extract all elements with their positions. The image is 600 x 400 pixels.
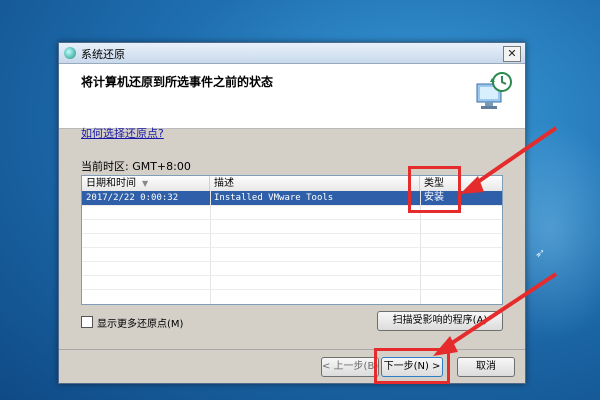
row-divider xyxy=(82,219,502,220)
close-button[interactable]: ✕ xyxy=(503,46,521,62)
timezone-label: 当前时区: GMT+8:00 xyxy=(81,160,191,173)
page-heading: 将计算机还原到所选事件之前的状态 xyxy=(81,75,274,89)
column-description[interactable]: 描述 xyxy=(210,176,420,191)
cell-datetime: 2017/2/22 0:00:32 xyxy=(86,193,179,203)
row-divider xyxy=(82,247,502,248)
row-divider xyxy=(82,275,502,276)
cell-description: Installed VMware Tools xyxy=(214,193,334,203)
scan-affected-programs-button[interactable]: 扫描受影响的程序(A) xyxy=(377,311,503,331)
sort-down-icon: ▼ xyxy=(142,179,149,188)
bird-icon: ➶ xyxy=(535,246,546,260)
show-more-label: 显示更多还原点(M) xyxy=(97,319,184,330)
next-highlight-box xyxy=(374,348,450,384)
type-highlight-box xyxy=(408,166,461,213)
system-restore-icon xyxy=(64,47,76,59)
window-title: 系统还原 xyxy=(81,48,125,61)
system-restore-dialog: 系统还原 ✕ 将计算机还原到所选事件之前的状态 如何选择还原点? 当前时区: G… xyxy=(58,42,526,384)
footer-divider xyxy=(59,349,525,350)
column-datetime[interactable]: 日期和时间 ▼ xyxy=(82,176,210,191)
help-link[interactable]: 如何选择还原点? xyxy=(81,125,164,141)
back-button[interactable]: < 上一步(B) xyxy=(321,357,379,377)
row-divider xyxy=(82,261,502,262)
row-divider xyxy=(82,289,502,290)
dialog-header: 将计算机还原到所选事件之前的状态 xyxy=(59,64,525,129)
row-divider xyxy=(82,233,502,234)
show-more-checkbox[interactable] xyxy=(81,316,93,328)
computer-restore-icon xyxy=(476,72,512,109)
title-bar[interactable]: 系统还原 ✕ xyxy=(59,43,525,64)
cancel-button[interactable]: 取消 xyxy=(457,357,515,377)
column-datetime-label: 日期和时间 xyxy=(86,178,136,189)
